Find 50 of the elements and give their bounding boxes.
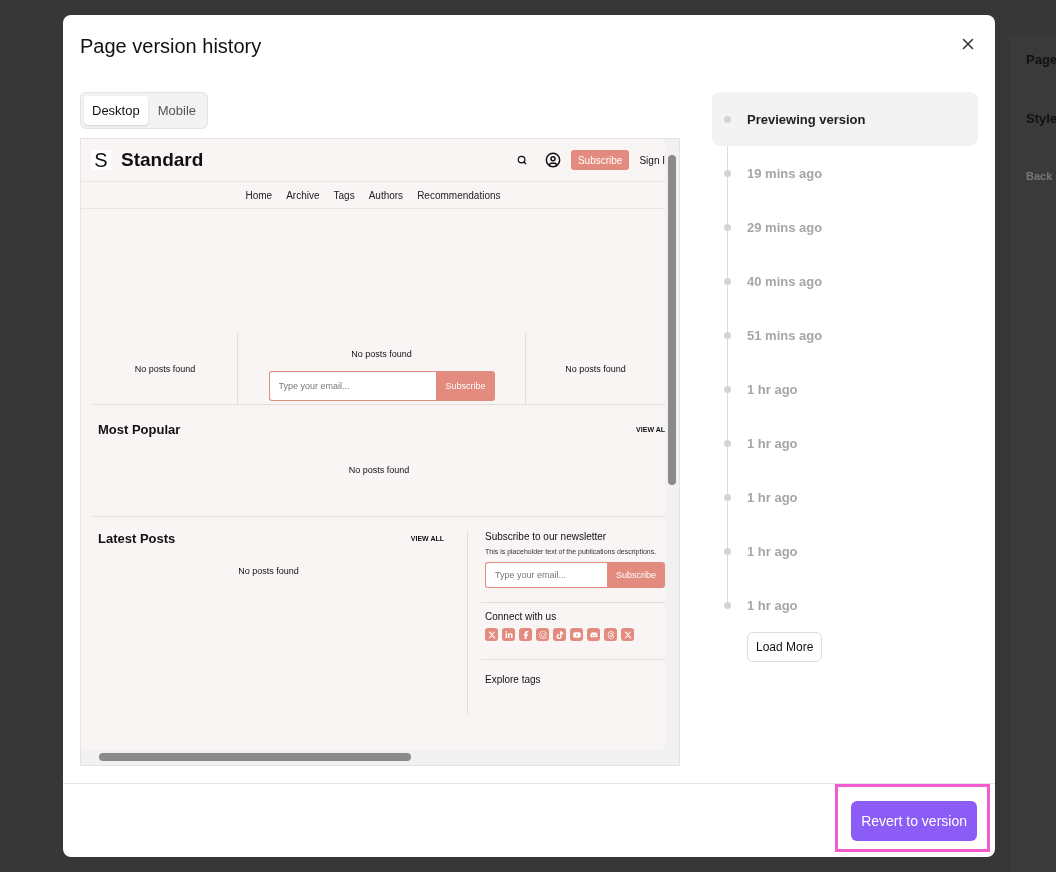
version-item[interactable]: 1 hr ago (712, 416, 978, 470)
email-field[interactable]: Type your email... (268, 371, 437, 401)
version-item[interactable]: 40 mins ago (712, 254, 978, 308)
nav-link[interactable]: Recommendations (417, 189, 501, 201)
empty-message: No posts found (348, 465, 410, 475)
site-logo: S (91, 150, 111, 170)
social-icon[interactable] (570, 628, 583, 641)
version-item[interactable]: 1 hr ago (712, 578, 978, 632)
section-title: Latest Posts (98, 531, 176, 546)
version-item[interactable]: 19 mins ago (712, 146, 978, 200)
social-icon[interactable] (621, 628, 634, 641)
version-item[interactable]: 1 hr ago (712, 470, 978, 524)
empty-message: No posts found (134, 364, 196, 374)
view-tab[interactable]: Mobile (149, 96, 204, 125)
nav-link[interactable]: Archive (286, 189, 320, 201)
nav-link[interactable]: Home (245, 189, 273, 201)
version-item[interactable]: Previewing version (712, 92, 978, 146)
social-icon[interactable] (536, 628, 549, 641)
nav-link[interactable]: Authors (368, 189, 404, 201)
email-field[interactable]: Type your email... (485, 562, 607, 588)
load-more-button[interactable]: Load More (747, 632, 823, 662)
version-item[interactable]: 1 hr ago (712, 362, 978, 416)
version-item[interactable]: 51 mins ago (712, 308, 978, 362)
section-title: Most Popular (98, 422, 181, 437)
version-item[interactable]: 1 hr ago (712, 524, 978, 578)
subscribe-button[interactable]: Subscribe (570, 150, 630, 170)
nav-link[interactable]: Tags (333, 189, 355, 201)
subscribe-button[interactable]: Subscribe (606, 562, 665, 588)
panel-label: Back (1026, 170, 1054, 182)
social-icon[interactable] (587, 628, 600, 641)
dialog-title: Page version history (80, 35, 262, 58)
user-icon[interactable] (544, 152, 561, 168)
social-icon[interactable] (519, 628, 532, 641)
empty-message: No posts found (238, 566, 299, 576)
social-icon[interactable] (553, 628, 566, 641)
subscribe-button[interactable]: Subscribe (436, 371, 495, 401)
search-icon[interactable] (516, 155, 527, 165)
version-item[interactable]: 29 mins ago (712, 200, 978, 254)
social-icon[interactable] (604, 628, 617, 641)
social-icon[interactable] (502, 628, 515, 641)
sign-in-link[interactable]: Sign I (639, 154, 665, 166)
social-icon[interactable] (485, 628, 498, 641)
site-name: Standard (121, 149, 205, 171)
connect-title: Connect with us (485, 611, 558, 622)
revert-button[interactable]: Revert to version (851, 801, 977, 841)
empty-message: No posts found (565, 364, 626, 374)
explore-tags-title: Explore tags (485, 674, 542, 685)
newsletter-title: Subscribe to our newsletter (485, 531, 608, 542)
empty-message: No posts found (351, 349, 412, 359)
view-tab[interactable]: Desktop (84, 96, 148, 125)
